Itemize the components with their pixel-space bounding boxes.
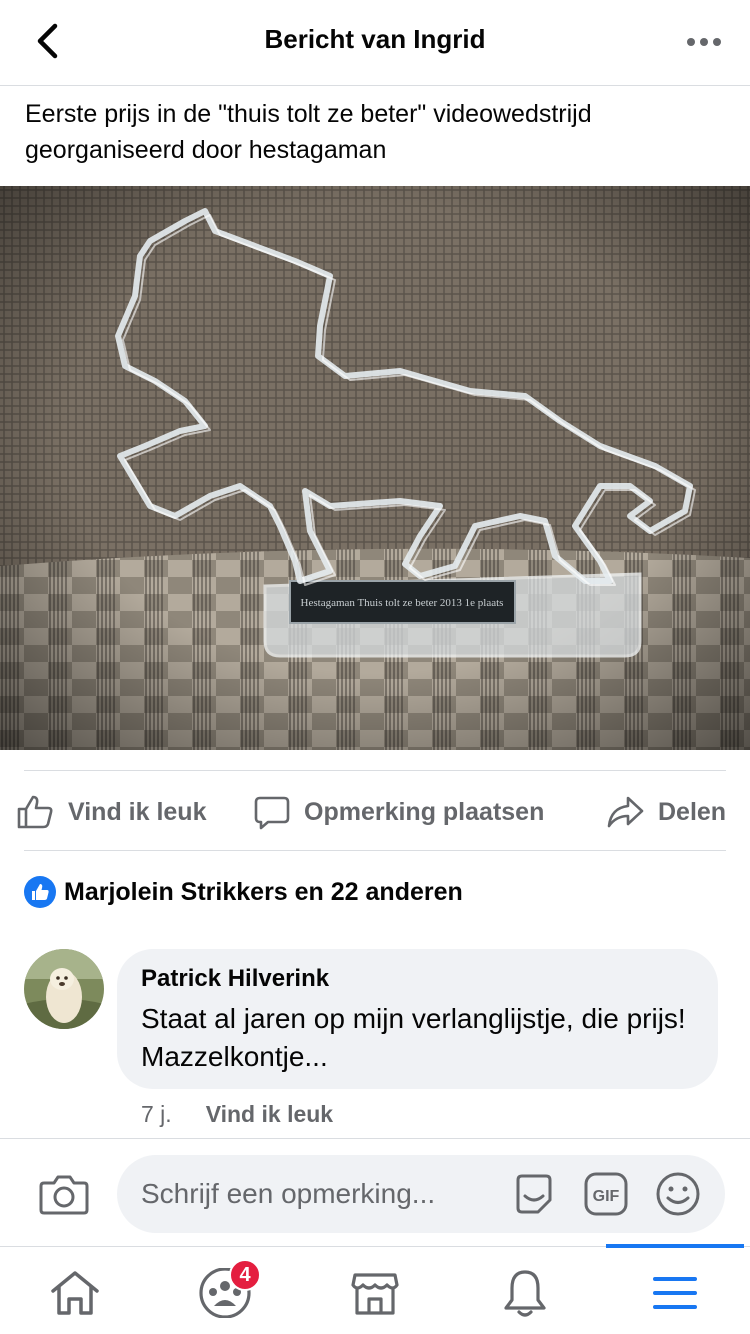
camera-icon xyxy=(39,1175,89,1215)
like-reaction-icon xyxy=(24,876,56,908)
nav-menu[interactable] xyxy=(625,1257,725,1329)
nav-marketplace[interactable] xyxy=(325,1257,425,1329)
share-arrow-icon xyxy=(607,796,644,828)
divider xyxy=(24,850,726,851)
post-photo[interactable]: Hestagaman Thuis tolt ze beter 2013 1e p… xyxy=(0,186,750,750)
post-action-bar: Vind ik leuk Opmerking plaatsen Delen xyxy=(0,782,750,842)
post-text: Eerste prijs in de "thuis tolt ze beter"… xyxy=(25,100,592,164)
active-tab-indicator xyxy=(606,1244,744,1248)
nav-home[interactable] xyxy=(25,1257,125,1329)
more-options-button[interactable] xyxy=(682,22,726,62)
comment-bubble[interactable]: Patrick Hilverink Staat al jaren op mijn… xyxy=(117,949,718,1089)
reactions-summary[interactable]: Marjolein Strikkers en 22 anderen xyxy=(24,874,463,910)
notifications-bell-icon xyxy=(504,1270,546,1317)
divider xyxy=(24,770,726,771)
avatar[interactable] xyxy=(24,949,104,1029)
dog-avatar-image xyxy=(24,949,104,1029)
svg-text:GIF: GIF xyxy=(593,1188,620,1205)
plaque-text: Hestagaman Thuis tolt ze beter 2013 1e p… xyxy=(301,597,504,609)
bottom-navigation: 4 xyxy=(0,1244,750,1334)
more-horizontal-icon xyxy=(687,38,721,46)
like-label: Vind ik leuk xyxy=(68,797,207,826)
top-bar: Bericht van Ingrid xyxy=(0,0,750,86)
gif-button[interactable]: GIF xyxy=(580,1168,632,1220)
menu-icon xyxy=(653,1277,697,1309)
nav-notifications[interactable] xyxy=(475,1257,575,1329)
comment-timestamp: 7 j. xyxy=(141,1100,172,1127)
trophy-photo-illustration: Hestagaman Thuis tolt ze beter 2013 1e p… xyxy=(0,186,750,750)
gif-icon: GIF xyxy=(584,1172,628,1216)
comment-button[interactable]: Opmerking plaatsen xyxy=(254,782,544,842)
marketplace-icon xyxy=(351,1273,399,1315)
camera-button[interactable] xyxy=(36,1166,92,1222)
comment-label: Opmerking plaatsen xyxy=(304,797,545,826)
notification-badge: 4 xyxy=(229,1259,261,1291)
comment-meta: 7 j. Vind ik leuk xyxy=(141,1098,333,1130)
comment-input[interactable] xyxy=(117,1155,725,1233)
comment-like-button[interactable]: Vind ik leuk xyxy=(206,1101,333,1128)
nav-groups[interactable]: 4 xyxy=(175,1257,275,1329)
like-button[interactable]: Vind ik leuk xyxy=(16,782,206,842)
sticker-icon xyxy=(516,1174,552,1214)
reactions-text: Marjolein Strikkers en 22 anderen xyxy=(64,877,463,906)
thumbs-up-icon xyxy=(17,795,53,829)
sticker-button[interactable] xyxy=(508,1168,560,1220)
share-button[interactable]: Delen xyxy=(606,782,726,842)
comment-author[interactable]: Patrick Hilverink xyxy=(141,964,694,994)
home-icon xyxy=(51,1271,99,1315)
share-label: Delen xyxy=(658,797,727,826)
emoji-button[interactable] xyxy=(652,1168,704,1220)
comment-bubble-icon xyxy=(254,796,290,830)
page-title: Bericht van Ingrid xyxy=(264,24,486,54)
smiley-icon xyxy=(656,1172,700,1216)
divider xyxy=(0,1138,750,1139)
comment-text: Staat al jaren op mijn verlanglijstje, d… xyxy=(141,1003,686,1072)
